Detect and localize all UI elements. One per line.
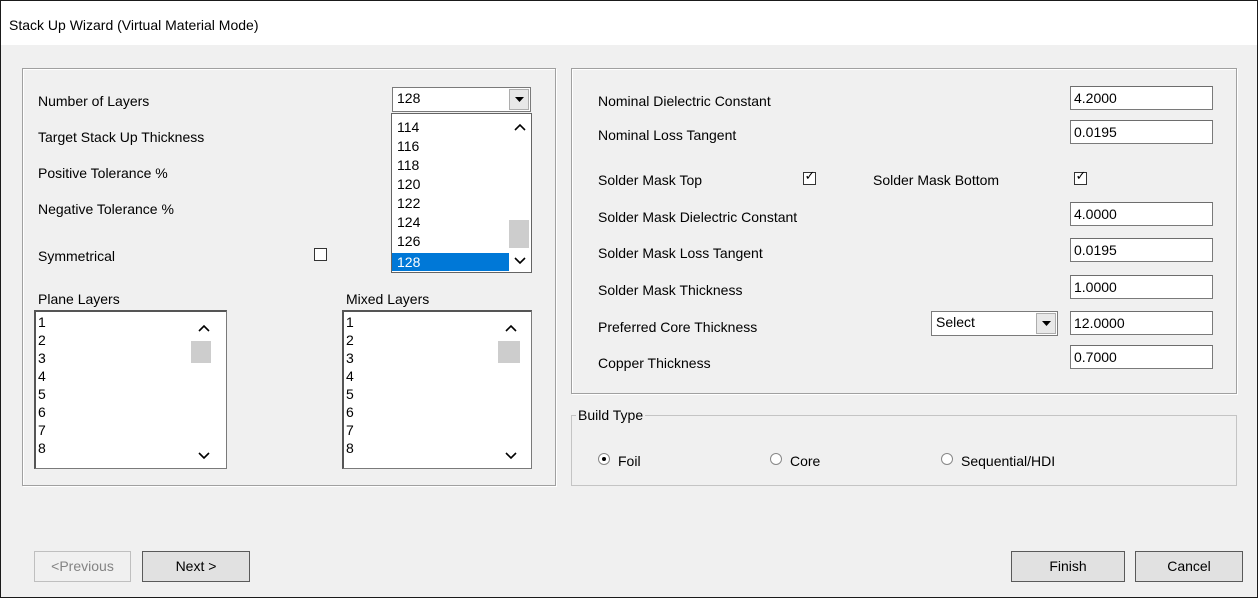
list-item[interactable]: 5 (38, 387, 46, 401)
list-item[interactable]: 3 (38, 351, 46, 365)
nominal-dielectric-field[interactable]: 4.2000 (1070, 86, 1213, 110)
radio-dot-icon (602, 457, 606, 461)
list-item[interactable]: 4 (346, 369, 354, 383)
mixed-layers-scrollbar[interactable] (498, 312, 531, 468)
list-item[interactable]: 8 (38, 441, 46, 455)
list-item[interactable]: 6 (38, 405, 46, 419)
layers-option[interactable]: 116 (397, 139, 419, 153)
build-type-foil-radio[interactable] (598, 453, 610, 465)
plane-layers-scrollbar[interactable] (191, 312, 226, 468)
layers-option[interactable]: 114 (397, 120, 419, 134)
copper-thickness-label: Copper Thickness (598, 355, 711, 371)
symmetrical-checkbox[interactable] (314, 248, 327, 261)
core-thickness-field[interactable]: 12.0000 (1070, 311, 1213, 335)
solder-mask-bottom-checkbox[interactable]: ✓ (1074, 169, 1087, 185)
title-bar: Stack Up Wizard (Virtual Material Mode) (1, 1, 1257, 45)
chevron-down-icon[interactable] (1036, 313, 1056, 334)
previous-button[interactable]: <Previous (34, 551, 131, 582)
build-type-sequential-radio[interactable] (941, 453, 953, 465)
chevron-down-icon[interactable] (514, 256, 526, 266)
layers-option[interactable]: 120 (397, 177, 420, 191)
plane-layers-scroll-thumb[interactable] (191, 341, 211, 363)
number-of-layers-label: Number of Layers (38, 93, 150, 109)
sm-loss-field[interactable]: 0.0195 (1070, 238, 1213, 262)
build-type-core-label[interactable]: Core (790, 453, 820, 469)
layers-option-selected[interactable]: 128 (392, 253, 509, 271)
copper-thickness-field[interactable]: 0.7000 (1070, 345, 1213, 369)
target-thickness-label: Target Stack Up Thickness (38, 129, 205, 145)
plane-layers-label: Plane Layers (38, 291, 120, 307)
sm-dielectric-field[interactable]: 4.0000 (1070, 202, 1213, 226)
list-item[interactable]: 1 (38, 315, 46, 329)
solder-mask-top-checkbox[interactable]: ✓ (803, 169, 816, 185)
window-title: Stack Up Wizard (Virtual Material Mode) (9, 17, 259, 33)
build-type-foil-label[interactable]: Foil (618, 453, 641, 469)
chevron-up-icon[interactable] (514, 122, 526, 132)
core-thickness-label: Preferred Core Thickness (598, 319, 758, 335)
checkmark-icon: ✓ (804, 169, 816, 184)
mixed-layers-listbox[interactable]: 1 2 3 4 5 6 7 8 (342, 310, 532, 469)
nominal-dielectric-label: Nominal Dielectric Constant (598, 93, 771, 109)
number-of-layers-combo[interactable]: 128 (392, 87, 531, 112)
build-type-legend: Build Type (576, 407, 646, 423)
list-item[interactable]: 4 (38, 369, 46, 383)
list-item[interactable]: 7 (346, 423, 354, 437)
list-item[interactable]: 1 (346, 315, 354, 329)
sm-loss-label: Solder Mask Loss Tangent (598, 245, 763, 261)
chevron-down-icon[interactable] (509, 89, 529, 110)
build-type-core-radio[interactable] (770, 453, 782, 465)
chevron-down-icon[interactable] (198, 451, 210, 461)
nominal-loss-label: Nominal Loss Tangent (598, 127, 737, 143)
layers-option[interactable]: 118 (397, 158, 419, 172)
list-item[interactable]: 8 (346, 441, 354, 455)
solder-mask-top-label: Solder Mask Top (598, 172, 703, 188)
number-of-layers-dropdown[interactable]: 114 116 118 120 122 124 126 128 (391, 113, 532, 273)
sm-thickness-field[interactable]: 1.0000 (1070, 275, 1213, 299)
checkmark-icon: ✓ (1075, 169, 1087, 184)
layers-option[interactable]: 122 (397, 196, 420, 210)
build-type-group: Build Type (571, 407, 1237, 486)
chevron-down-icon[interactable] (505, 451, 517, 461)
layers-dropdown-scroll-thumb[interactable] (509, 220, 529, 248)
mixed-layers-scroll-thumb[interactable] (498, 341, 520, 363)
core-select-value: Select (936, 314, 975, 330)
list-item[interactable]: 5 (346, 387, 354, 401)
list-item[interactable]: 2 (346, 333, 354, 347)
finish-button[interactable]: Finish (1011, 551, 1125, 582)
list-item[interactable]: 7 (38, 423, 46, 437)
number-of-layers-value: 128 (397, 90, 421, 106)
negative-tolerance-label: Negative Tolerance % (38, 201, 174, 217)
build-type-sequential-label[interactable]: Sequential/HDI (961, 453, 1055, 469)
chevron-up-icon[interactable] (505, 323, 517, 333)
stack-up-wizard-window: Stack Up Wizard (Virtual Material Mode) … (0, 0, 1258, 598)
mixed-layers-label: Mixed Layers (346, 291, 430, 307)
solder-mask-bottom-label: Solder Mask Bottom (873, 172, 1000, 188)
layers-option[interactable]: 124 (397, 215, 420, 229)
list-item[interactable]: 2 (38, 333, 46, 347)
layers-dropdown-scrollbar[interactable] (509, 114, 531, 272)
next-button[interactable]: Next > (142, 551, 250, 582)
plane-layers-listbox[interactable]: 1 2 3 4 5 6 7 8 (34, 310, 227, 469)
cancel-button[interactable]: Cancel (1135, 551, 1243, 582)
chevron-up-icon[interactable] (198, 323, 210, 333)
sm-dielectric-label: Solder Mask Dielectric Constant (598, 209, 798, 225)
symmetrical-label: Symmetrical (38, 248, 116, 264)
positive-tolerance-label: Positive Tolerance % (38, 165, 168, 181)
sm-thickness-label: Solder Mask Thickness (598, 282, 743, 298)
core-thickness-select[interactable]: Select (931, 311, 1058, 336)
list-item[interactable]: 3 (346, 351, 354, 365)
nominal-loss-field[interactable]: 0.0195 (1070, 120, 1213, 144)
list-item[interactable]: 6 (346, 405, 354, 419)
layers-option[interactable]: 126 (397, 234, 420, 248)
